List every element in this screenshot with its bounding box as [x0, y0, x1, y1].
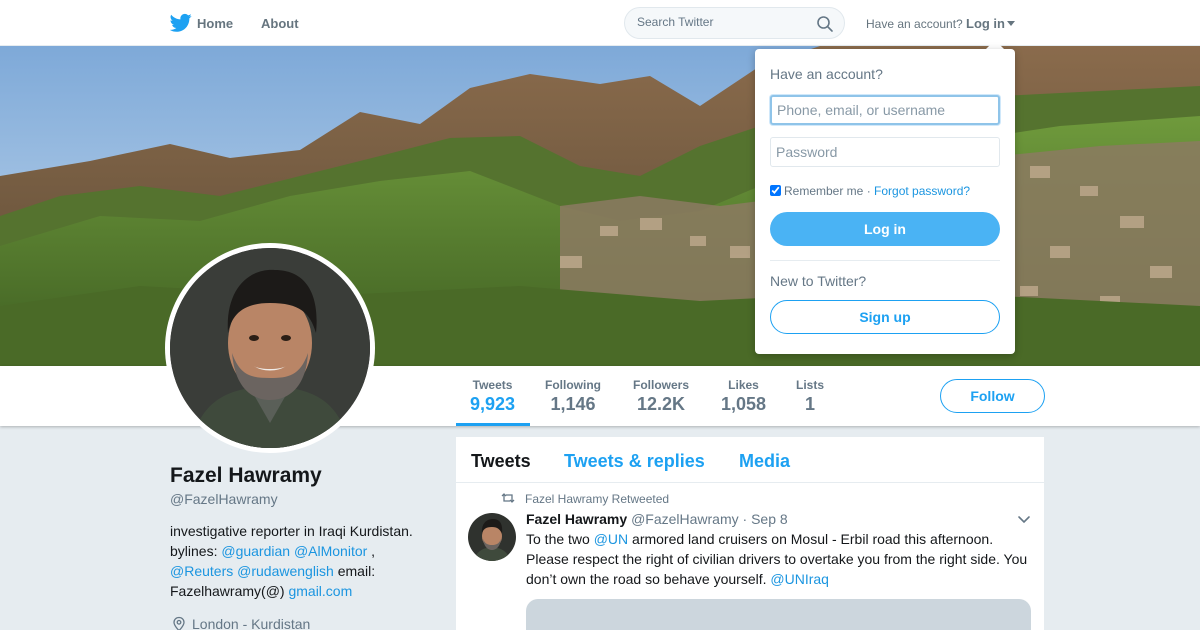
search-icon[interactable]: [816, 15, 834, 33]
profile-name[interactable]: Fazel Hawramy: [170, 464, 322, 488]
new-to-twitter-text: New to Twitter?: [770, 273, 867, 289]
stat-label: Lists: [796, 378, 825, 392]
account-question: Have an account?: [866, 17, 963, 31]
tweet-mention-link[interactable]: @UN: [594, 531, 628, 547]
login-dropdown-toggle[interactable]: Log in: [966, 16, 1005, 31]
username-field[interactable]: [770, 95, 1000, 125]
login-dropdown: Have an account? Remember me · Forgot pa…: [755, 49, 1015, 354]
stat-label: Following: [545, 378, 601, 392]
stat-value: 1: [805, 394, 816, 414]
tweet-timestamp[interactable]: · Sep 8: [743, 511, 788, 527]
tweet-mention-link[interactable]: @UNIraq: [770, 571, 829, 587]
dropdown-divider: [770, 260, 1000, 261]
remember-me-label[interactable]: Remember me: [784, 184, 863, 198]
tweet-text-part: To the two: [526, 531, 594, 547]
stat-value: 1,146: [550, 394, 596, 414]
profile-handle[interactable]: @FazelHawramy: [170, 491, 278, 507]
bio-mention-link[interactable]: @Reuters: [170, 563, 233, 579]
stat-following[interactable]: Following 1,146: [545, 378, 601, 415]
top-navigation: Home About Have an account? Log in: [0, 0, 1200, 46]
dropdown-arrow: [986, 40, 1004, 49]
signup-button[interactable]: Sign up: [770, 300, 1000, 334]
tweet-author-name[interactable]: Fazel Hawramy: [526, 511, 627, 527]
stat-lists[interactable]: Lists 1: [796, 378, 824, 415]
login-dropdown-title: Have an account?: [770, 66, 883, 82]
active-stat-underline: [456, 423, 530, 426]
twitter-bird-icon[interactable]: [170, 13, 192, 33]
bio-mention-link[interactable]: @guardian: [221, 543, 290, 559]
tweet-text: To the two @UN armored land cruisers on …: [526, 529, 1034, 589]
stat-label: Tweets: [472, 378, 513, 392]
tweet-header: Fazel Hawramy @FazelHawramy · Sep 8: [526, 511, 788, 527]
forgot-password-link[interactable]: Forgot password?: [874, 184, 970, 198]
retweet-icon: [501, 493, 515, 503]
login-button[interactable]: Log in: [770, 212, 1000, 246]
bio-text: Fazelhawramy(@): [170, 583, 289, 599]
retweet-context[interactable]: Fazel Hawramy Retweeted: [525, 492, 669, 506]
remember-me-checkbox[interactable]: [770, 185, 781, 196]
location-pin-icon: [173, 616, 185, 630]
bio-email-link[interactable]: gmail.com: [288, 583, 352, 599]
search-input[interactable]: [637, 15, 807, 29]
caret-down-icon[interactable]: [1007, 21, 1015, 26]
stat-tweets[interactable]: Tweets 9,923: [470, 378, 515, 415]
tweet-media-card[interactable]: [526, 599, 1031, 630]
profile-avatar[interactable]: [165, 243, 375, 453]
tweet-author-avatar[interactable]: [468, 513, 516, 561]
nav-about-link[interactable]: About: [261, 16, 299, 31]
timeline: Tweets Tweets & replies Media Fazel Hawr…: [456, 437, 1044, 630]
timeline-tabs: Tweets Tweets & replies Media: [456, 437, 1044, 483]
follow-button[interactable]: Follow: [940, 379, 1045, 413]
password-field[interactable]: [770, 137, 1000, 167]
bio-mention-link[interactable]: @rudawenglish: [237, 563, 334, 579]
tab-tweets[interactable]: Tweets: [471, 451, 531, 472]
stat-value: 9,923: [470, 394, 516, 414]
tab-tweets-and-replies[interactable]: Tweets & replies: [564, 451, 705, 472]
bio-text: investigative reporter in Iraqi Kurdista…: [170, 523, 413, 539]
stat-value: 1,058: [721, 394, 767, 414]
profile-location: London - Kurdistan: [192, 616, 311, 630]
stat-followers[interactable]: Followers 12.2K: [633, 378, 689, 415]
bio-text: bylines:: [170, 543, 222, 559]
tweet-author-handle[interactable]: @FazelHawramy: [631, 511, 739, 527]
avatar-photo: [170, 248, 370, 448]
bio-text: ,: [367, 543, 376, 559]
search-box[interactable]: [624, 7, 845, 39]
stat-likes[interactable]: Likes 1,058: [721, 378, 766, 415]
tab-media[interactable]: Media: [739, 451, 790, 472]
tweet-avatar-photo: [468, 513, 516, 561]
separator-dot: ·: [863, 184, 875, 198]
stat-value: 12.2K: [636, 394, 686, 414]
chevron-down-icon[interactable]: [1017, 515, 1031, 525]
stat-label: Likes: [728, 378, 759, 392]
bio-text: email:: [333, 563, 376, 579]
nav-home-link[interactable]: Home: [197, 16, 233, 31]
stat-label: Followers: [633, 378, 690, 392]
bio-mention-link[interactable]: @AlMonitor: [294, 543, 367, 559]
profile-bio: investigative reporter in Iraqi Kurdista…: [170, 521, 432, 601]
remember-me-row: Remember me · Forgot password?: [770, 184, 970, 198]
